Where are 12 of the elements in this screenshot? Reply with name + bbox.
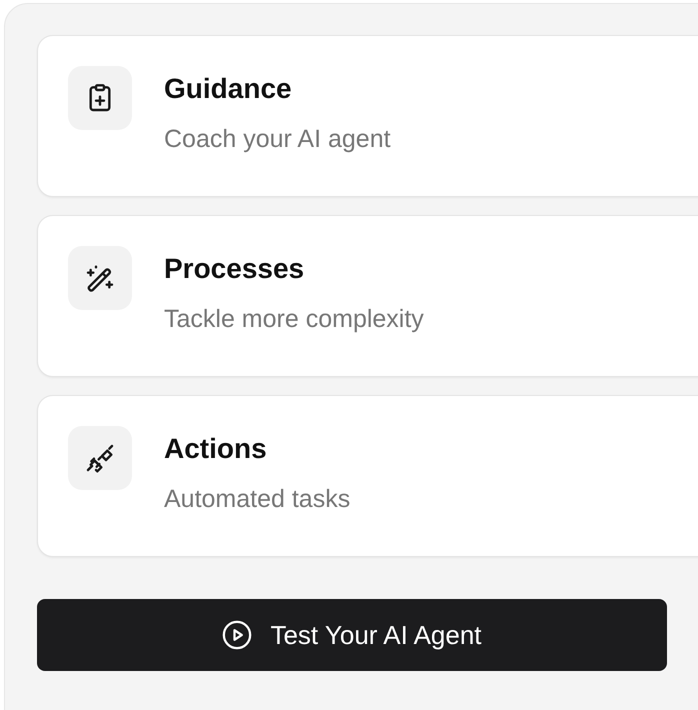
plug-icon	[84, 442, 116, 474]
card-title: Actions	[164, 432, 268, 466]
card-subtitle: Automated tasks	[164, 484, 350, 514]
menu-card[interactable]: Guidance Coach your AI agent	[37, 35, 698, 197]
menu-card[interactable]: Processes Tackle more complexity	[37, 215, 698, 377]
card-subtitle: Tackle more complexity	[164, 304, 424, 334]
card-title: Guidance	[164, 72, 293, 106]
card-subtitle: Coach your AI agent	[164, 124, 391, 154]
menu-card[interactable]: Actions Automated tasks	[37, 395, 698, 557]
play-icon	[222, 620, 252, 650]
test-agent-button[interactable]: Test Your AI Agent	[37, 599, 667, 671]
card-title: Processes	[164, 252, 306, 286]
